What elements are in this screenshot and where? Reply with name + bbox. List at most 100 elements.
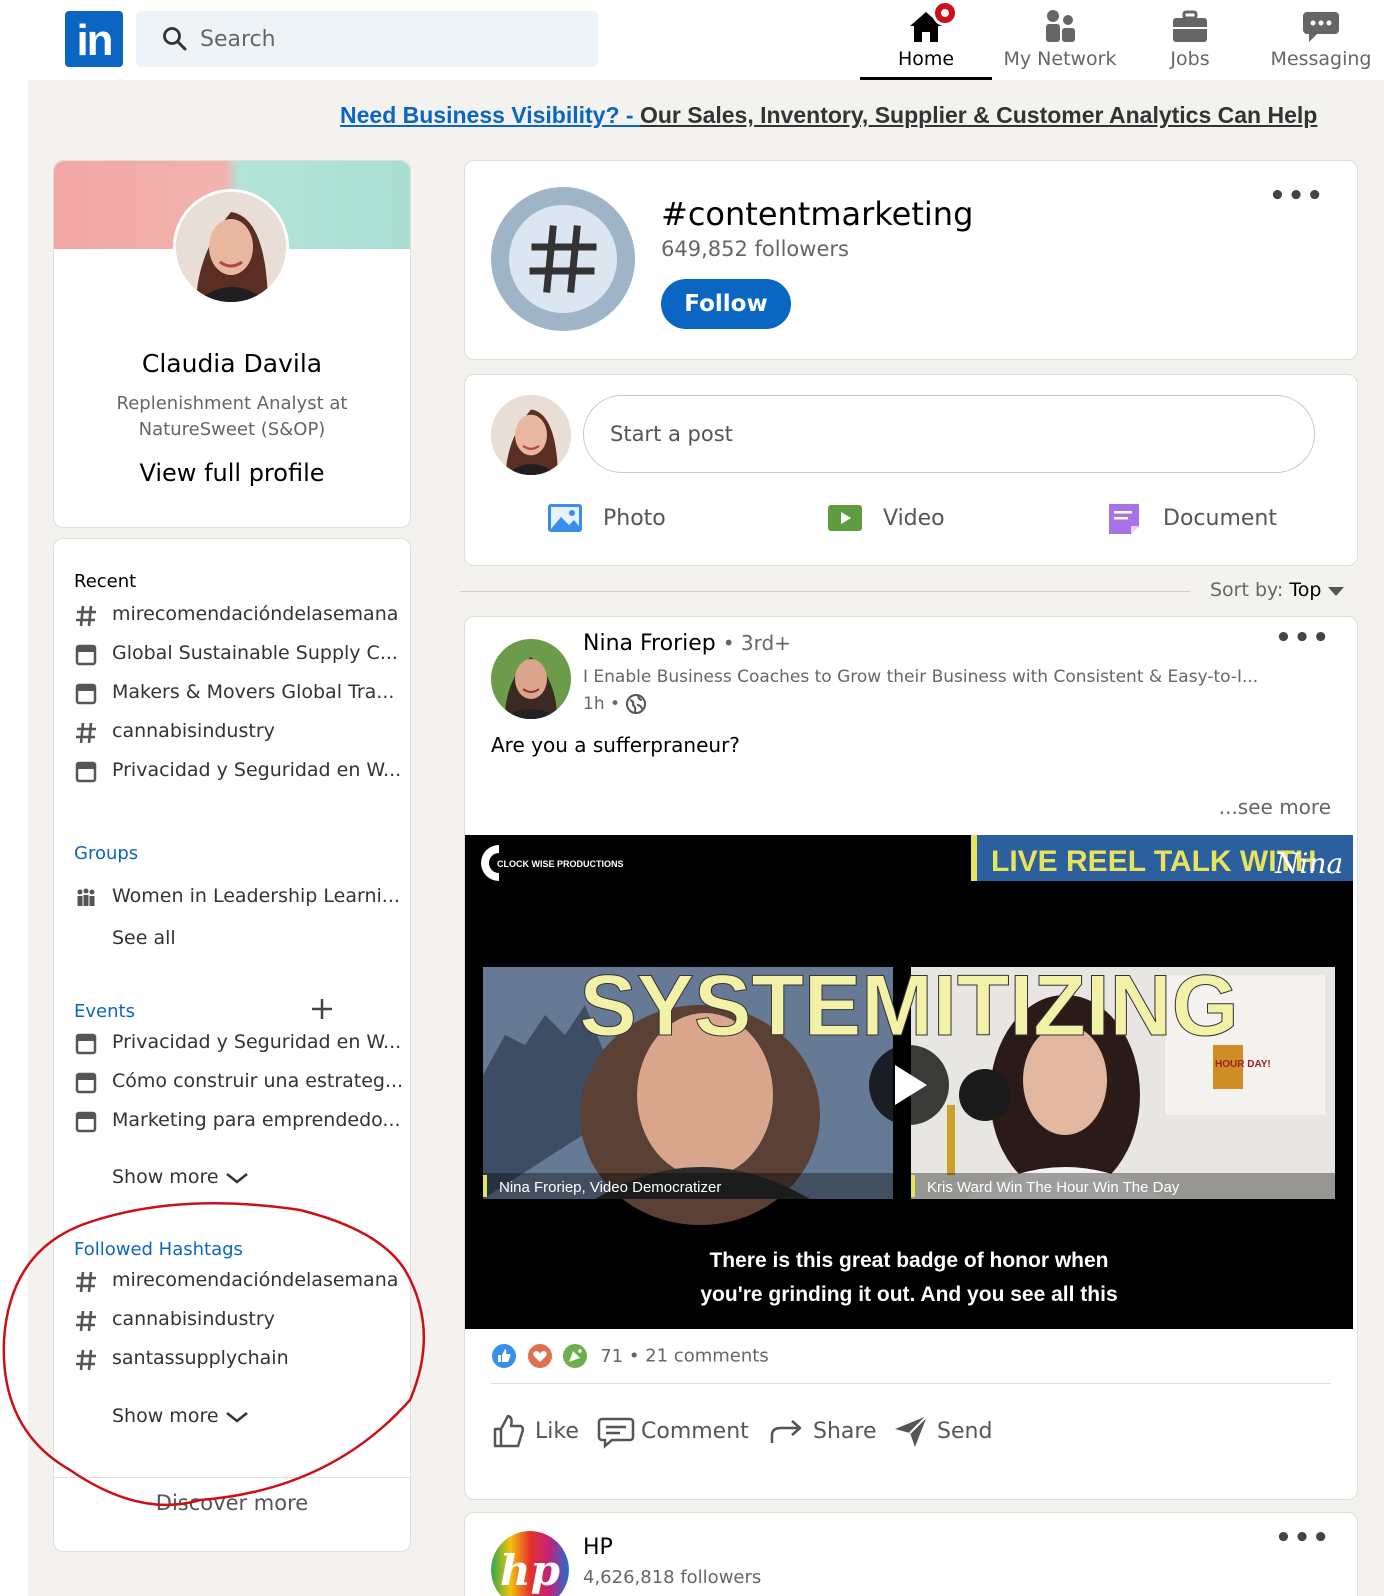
show-more-label: Show more	[112, 1166, 219, 1188]
hashtag-icon	[76, 1349, 96, 1371]
start-post-input[interactable]: Start a post	[583, 395, 1315, 473]
hashtag-icon	[529, 225, 597, 293]
like-reaction-icon	[492, 1344, 516, 1368]
comments-count[interactable]: • 21 comments	[629, 1346, 769, 1367]
search-input[interactable]	[200, 21, 580, 57]
composer-card: Start a post Photo Video Document	[464, 374, 1358, 566]
list-item[interactable]: cannabisindustry	[74, 1306, 394, 1336]
video-player[interactable]: CLOCK WISE PRODUCTIONS LIVE REEL TALK WI…	[465, 835, 1353, 1329]
search-bar[interactable]	[136, 11, 598, 67]
book-text: HOUR DAY!	[1215, 1059, 1271, 1070]
comment-button[interactable]: Comment	[597, 1411, 757, 1455]
document-button[interactable]: Document	[1107, 499, 1297, 539]
list-item[interactable]: Privacidad y Seguridad en W...	[74, 757, 401, 787]
hp-logo[interactable]: hp	[491, 1531, 569, 1596]
more-options-icon[interactable]: •••	[1275, 623, 1331, 653]
sort-dropdown[interactable]: Sort by: Top	[1210, 579, 1345, 601]
profile-name[interactable]: Claudia Davila	[54, 349, 410, 378]
photo-label: Photo	[603, 506, 666, 531]
events-show-more[interactable]: Show more	[74, 1164, 394, 1194]
nav-label: My Network	[1003, 48, 1117, 70]
sort-value: Top	[1289, 579, 1322, 601]
linkedin-logo[interactable]: in	[65, 11, 123, 67]
see-more-link[interactable]: ...see more	[1219, 795, 1331, 819]
video-button[interactable]: Video	[827, 499, 987, 539]
nav-jobs[interactable]: Jobs	[1140, 0, 1240, 80]
ad-banner[interactable]: Need Business Visibility? - Our Sales, I…	[340, 102, 1384, 129]
top-nav: in Home My Network Jobs Messaging	[0, 0, 1384, 80]
list-item[interactable]: Global Sustainable Supply C...	[74, 640, 398, 670]
post-stats[interactable]: 71 • 21 comments	[491, 1343, 769, 1373]
list-item[interactable]: cannabisindustry	[74, 718, 394, 748]
hashtag-icon	[76, 722, 96, 744]
discover-more-link[interactable]: Discover more	[54, 1491, 410, 1515]
list-item[interactable]: Marketing para emprendedo...	[74, 1107, 401, 1137]
list-item-label: Global Sustainable Supply C...	[112, 642, 398, 664]
reaction-count[interactable]: 71	[600, 1346, 623, 1367]
avatar[interactable]	[173, 189, 289, 305]
list-item[interactable]: Women in Leadership Learni...	[74, 883, 400, 913]
calendar-icon	[75, 761, 97, 783]
like-label: Like	[535, 1419, 579, 1444]
send-icon	[895, 1415, 928, 1447]
more-options-icon[interactable]: •••	[1269, 181, 1325, 211]
list-item-label: cannabisindustry	[112, 1308, 275, 1330]
list-item-label: Women in Leadership Learni...	[112, 885, 400, 907]
right-caption: Kris Ward Win The Hour Win The Day	[927, 1179, 1180, 1196]
hashtags-show-more[interactable]: Show more	[74, 1403, 394, 1433]
groups-title[interactable]: Groups	[74, 843, 138, 864]
hp-logo-text: hp	[500, 1546, 560, 1595]
list-item[interactable]: Makers & Movers Global Tra...	[74, 679, 394, 709]
video-thumbnail: CLOCK WISE PRODUCTIONS LIVE REEL TALK WI…	[465, 835, 1353, 1329]
hashtags-title[interactable]: Followed Hashtags	[74, 1239, 243, 1260]
author-avatar[interactable]	[491, 639, 571, 719]
ad-link-secondary[interactable]: Our Sales, Inventory, Supplier & Custome…	[640, 102, 1317, 128]
nav-messaging[interactable]: Messaging	[1262, 0, 1380, 80]
list-item[interactable]: santassupplychain	[74, 1345, 394, 1375]
like-button[interactable]: Like	[491, 1411, 591, 1455]
follow-button[interactable]: Follow	[661, 279, 791, 329]
ad-link-primary[interactable]: Need Business Visibility? -	[340, 102, 640, 128]
profile-card: Claudia Davila Replenishment Analyst at …	[53, 160, 411, 528]
nav-label: Jobs	[1170, 48, 1210, 70]
avatar[interactable]	[491, 395, 571, 475]
connection-degree: • 3rd+	[722, 631, 791, 655]
send-button[interactable]: Send	[893, 1411, 993, 1455]
list-item-label: mirecomendacióndelasemana	[112, 603, 399, 625]
more-options-icon[interactable]: •••	[1275, 1523, 1331, 1553]
nav-label: Messaging	[1270, 48, 1372, 70]
post-author[interactable]: Nina Froriep • 3rd+	[583, 631, 791, 656]
list-item[interactable]: mirecomendacióndelasemana	[74, 1267, 398, 1297]
share-button[interactable]: Share	[769, 1411, 879, 1455]
list-item-label: cannabisindustry	[112, 720, 275, 742]
see-all-label: See all	[112, 927, 176, 949]
company-followers: 4,626,818 followers	[583, 1567, 762, 1588]
nav-my-network[interactable]: My Network	[1000, 0, 1120, 80]
view-profile-link[interactable]: View full profile	[54, 459, 410, 487]
video-label: Video	[883, 506, 945, 531]
hashtag-icon	[76, 605, 96, 627]
caret-down-icon	[1328, 586, 1345, 596]
groups-see-all[interactable]: See all	[74, 925, 394, 955]
celebrate-reaction-icon	[563, 1344, 588, 1368]
company-name[interactable]: HP	[583, 1535, 613, 1560]
search-icon	[163, 27, 187, 51]
events-title[interactable]: Events	[74, 1001, 135, 1022]
group-icon	[77, 888, 95, 906]
video-headline: SYSTEMITIZING	[579, 958, 1238, 1054]
list-item[interactable]: Privacidad y Seguridad en W...	[74, 1029, 401, 1059]
sort-divider	[460, 591, 1190, 592]
list-item[interactable]: Cómo construir una estrateg...	[74, 1068, 403, 1098]
briefcase-icon	[1173, 10, 1207, 42]
author-name[interactable]: Nina Froriep	[583, 631, 716, 656]
hashtag-card: #contentmarketing 649,852 followers Foll…	[464, 160, 1358, 360]
post-time: 1h •	[583, 693, 647, 715]
nav-home[interactable]: Home	[860, 0, 992, 80]
author-headline: I Enable Business Coaches to Grow their …	[583, 667, 1259, 687]
list-item-label: Makers & Movers Global Tra...	[112, 681, 395, 703]
photo-button[interactable]: Photo	[547, 499, 707, 539]
list-item[interactable]: mirecomendacióndelasemana	[74, 601, 398, 631]
list-item-label: Marketing para emprendedo...	[112, 1109, 401, 1131]
feed-post: Nina Froriep • 3rd+ I Enable Business Co…	[464, 616, 1358, 1500]
add-event-icon[interactable]	[310, 997, 334, 1021]
